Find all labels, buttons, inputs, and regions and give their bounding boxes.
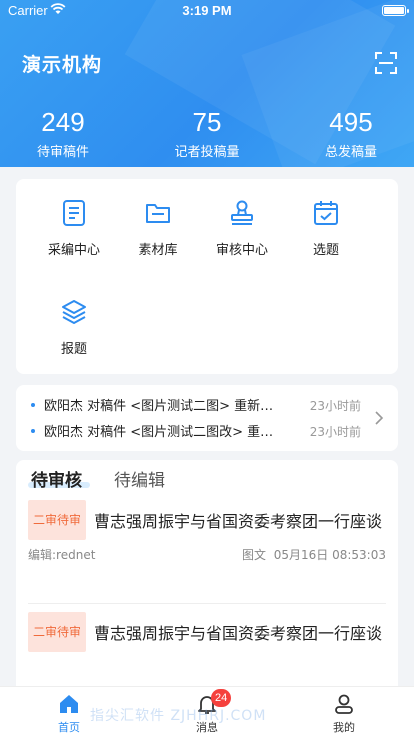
user-icon [335, 694, 353, 714]
menu-editing-center[interactable]: 采编中心 [32, 199, 116, 279]
stat-value: 249 [41, 107, 85, 137]
status-bar: Carrier 3:19 PM [0, 0, 414, 22]
scan-icon[interactable] [375, 52, 397, 74]
article-title: 曹志强周振宇与省国资委考察团一行座谈 [94, 624, 383, 643]
function-menu: 采编中心 素材库 审核中心 选题 报题 [16, 179, 398, 374]
article-editor: 编辑:rednet [28, 548, 96, 562]
tab-label: 待审核 [31, 471, 82, 491]
menu-material-library[interactable]: 素材库 [116, 199, 200, 279]
divider [28, 603, 386, 604]
article-title: 曹志强周振宇与省国资委考察团一行座谈 [94, 512, 383, 531]
stat-value: 75 [192, 107, 222, 137]
layers-icon [62, 300, 86, 324]
stat-reporter-submissions[interactable]: 75 记者投稿量 [138, 106, 276, 160]
article-title-line: 二审待审 曹志强周振宇与省国资委考察团一行座谈 [28, 500, 386, 540]
review-list-panel: 待审核 待编辑 二审待审 曹志强周振宇与省国资委考察团一行座谈 编辑:rednet… [16, 460, 398, 690]
battery-icon [382, 5, 409, 16]
tab-pending-edit[interactable]: 待编辑 [114, 466, 165, 491]
notification-item[interactable]: 欧阳杰 对稿件 <图片测试二图改> 重… 23小时前 [31, 421, 361, 441]
bullet-dot [31, 429, 35, 433]
chevron-right-icon[interactable] [374, 410, 384, 426]
tab-label: 待编辑 [114, 471, 165, 491]
notification-item[interactable]: 欧阳杰 对稿件 <图片测试二图> 重新… 23小时前 [31, 395, 361, 415]
menu-label: 素材库 [138, 243, 178, 258]
menu-label: 审核中心 [215, 243, 268, 258]
clock: 3:19 PM [182, 3, 232, 18]
status-badge: 二审待审 [28, 612, 87, 652]
article-meta: 编辑:rednet 图文 05月16日 08:53:03 [28, 546, 386, 566]
header-banner: Carrier 3:19 PM 演示机构 249 待审稿件 75 记者投稿量 4… [0, 0, 414, 167]
stat-pending-review[interactable]: 249 待审稿件 [0, 106, 132, 160]
menu-label: 报题 [60, 342, 87, 357]
status-badge: 二审待审 [28, 500, 87, 540]
notification-ticker[interactable]: 欧阳杰 对稿件 <图片测试二图> 重新… 23小时前 欧阳杰 对稿件 <图片测试… [16, 385, 398, 451]
menu-topic-selection[interactable]: 选题 [284, 199, 368, 279]
bullet-dot [31, 403, 35, 407]
stamp-icon [231, 200, 253, 225]
article-item[interactable]: 二审待审 曹志强周振宇与省国资委考察团一行座谈 编辑:rednet 图文 05月1… [28, 500, 386, 566]
notification-text: 欧阳杰 对稿件 <图片测试二图改> 重… [44, 425, 274, 440]
stat-label: 记者投稿量 [174, 145, 240, 160]
article-item[interactable]: 二审待审 曹志强周振宇与省国资委考察团一行座谈 [28, 612, 386, 652]
stat-label: 待审稿件 [36, 145, 89, 160]
stat-value: 495 [329, 107, 373, 137]
organization-title: 演示机构 [22, 54, 103, 76]
calendar-check-icon [314, 201, 338, 225]
folder-icon [146, 204, 170, 223]
menu-review-center[interactable]: 审核中心 [200, 199, 284, 279]
article-type: 图文 [242, 548, 267, 562]
notification-time: 23小时前 [309, 425, 361, 439]
tab-pending-review[interactable]: 待审核 [31, 466, 82, 491]
article-date: 05月16日 08:53:03 [273, 548, 386, 562]
tab-label: 我的 [333, 721, 355, 734]
menu-label: 采编中心 [47, 243, 100, 258]
stat-total-published[interactable]: 495 总发稿量 [282, 106, 414, 160]
home-icon [60, 695, 78, 713]
watermark: 指尖汇软件 ZJHHRJ.COM [90, 708, 267, 724]
notification-text: 欧阳杰 对稿件 <图片测试二图> 重新… [44, 399, 274, 414]
tab-mine[interactable]: 我的 [304, 693, 384, 735]
stat-label: 总发稿量 [324, 145, 377, 160]
menu-report-topic[interactable]: 报题 [32, 298, 116, 378]
article-title-line: 二审待审 曹志强周振宇与省国资委考察团一行座谈 [28, 612, 386, 652]
document-edit-icon [63, 200, 85, 226]
notification-time: 23小时前 [309, 399, 361, 413]
menu-label: 选题 [312, 243, 339, 258]
